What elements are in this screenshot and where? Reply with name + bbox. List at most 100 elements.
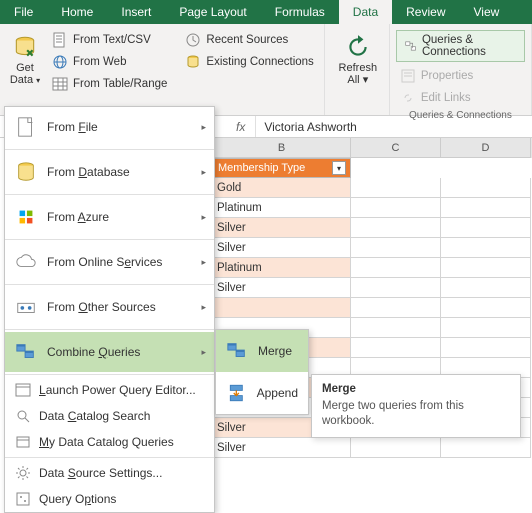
- menu-from-other[interactable]: From Other Sources▸: [5, 287, 214, 327]
- formula-value[interactable]: Victoria Ashworth: [256, 120, 365, 134]
- table-row[interactable]: Silver: [213, 438, 531, 458]
- menu-from-database[interactable]: From Database▸: [5, 152, 214, 192]
- file-icon: [15, 116, 37, 138]
- merge-icon: [226, 340, 248, 362]
- cell[interactable]: [351, 178, 441, 198]
- table-row[interactable]: Platinum: [213, 198, 531, 218]
- menu-my-catalog[interactable]: My Data Catalog Queries: [5, 429, 214, 455]
- tab-home[interactable]: Home: [47, 0, 107, 24]
- cloud-icon: [15, 251, 37, 273]
- submenu-append[interactable]: Append: [216, 372, 308, 414]
- cell[interactable]: [441, 278, 531, 298]
- table-range-icon: [52, 76, 68, 92]
- queries-connections-button[interactable]: Queries & Connections: [396, 30, 525, 62]
- cell[interactable]: Silver: [213, 438, 351, 458]
- table-row[interactable]: Gold: [213, 178, 531, 198]
- table-row[interactable]: Silver: [213, 278, 531, 298]
- cell[interactable]: Gold: [213, 178, 351, 198]
- azure-icon: [15, 206, 37, 228]
- get-data-button[interactable]: Get Data ▾: [6, 28, 44, 113]
- ribbon-tabs: File Home Insert Page Layout Formulas Da…: [0, 0, 532, 24]
- recent-icon: [185, 32, 201, 48]
- cell[interactable]: [441, 438, 531, 458]
- cell[interactable]: [351, 218, 441, 238]
- col-header-b[interactable]: B: [213, 138, 351, 158]
- cell[interactable]: [351, 318, 441, 338]
- catalog-search-icon: [15, 408, 31, 424]
- menu-from-online[interactable]: From Online Services▸: [5, 242, 214, 282]
- table-row[interactable]: [213, 298, 531, 318]
- cell[interactable]: [213, 298, 351, 318]
- table-row[interactable]: Silver: [213, 218, 531, 238]
- cell[interactable]: [351, 198, 441, 218]
- cell[interactable]: [441, 218, 531, 238]
- web-icon: [52, 54, 68, 70]
- pq-editor-icon: [15, 382, 31, 398]
- my-catalog-icon: [15, 434, 31, 450]
- tooltip-body: Merge two queries from this workbook.: [322, 399, 510, 429]
- database-icon: [15, 161, 37, 183]
- cell[interactable]: [351, 438, 441, 458]
- combine-submenu: Merge Append: [215, 329, 309, 415]
- other-sources-icon: [15, 296, 37, 318]
- cell[interactable]: [441, 298, 531, 318]
- cell[interactable]: [351, 338, 441, 358]
- tab-insert[interactable]: Insert: [107, 0, 165, 24]
- col-header-d[interactable]: D: [441, 138, 531, 158]
- cell[interactable]: Silver: [213, 238, 351, 258]
- tab-file[interactable]: File: [0, 0, 47, 24]
- cell[interactable]: [441, 178, 531, 198]
- table-row[interactable]: Silver: [213, 238, 531, 258]
- cell[interactable]: Platinum: [213, 258, 351, 278]
- edit-links-button: Edit Links: [396, 88, 525, 108]
- menu-from-file[interactable]: From File▸: [5, 107, 214, 147]
- cell[interactable]: [441, 318, 531, 338]
- group-label-qc: Queries & Connections: [396, 108, 525, 121]
- ribbon: Get Data ▾ From Text/CSV From Web From T…: [0, 24, 532, 116]
- menu-from-azure[interactable]: From Azure▸: [5, 197, 214, 237]
- tab-review[interactable]: Review: [392, 0, 459, 24]
- tab-data[interactable]: Data: [339, 0, 392, 24]
- cell[interactable]: [441, 258, 531, 278]
- tab-view[interactable]: View: [460, 0, 514, 24]
- combine-icon: [15, 341, 37, 363]
- cell[interactable]: Silver: [213, 218, 351, 238]
- properties-icon: [400, 68, 416, 84]
- menu-query-options[interactable]: Query Options: [5, 486, 214, 512]
- menu-launch-pq[interactable]: Launch Power Query Editor...: [5, 377, 214, 403]
- table-header-membership[interactable]: Membership Type ▾: [213, 158, 351, 178]
- recent-sources-button[interactable]: Recent Sources: [181, 30, 317, 50]
- cell[interactable]: Silver: [213, 278, 351, 298]
- from-text-csv-button[interactable]: From Text/CSV: [48, 30, 171, 50]
- menu-ds-settings[interactable]: Data Source Settings...: [5, 460, 214, 486]
- refresh-icon: [345, 34, 371, 60]
- tab-page-layout[interactable]: Page Layout: [165, 0, 260, 24]
- refresh-all-button[interactable]: Refresh All ▾: [333, 28, 383, 86]
- tab-formulas[interactable]: Formulas: [261, 0, 339, 24]
- cell[interactable]: [441, 198, 531, 218]
- queries-connections-icon: [405, 39, 416, 53]
- existing-connections-button[interactable]: Existing Connections: [181, 52, 317, 72]
- fx-label[interactable]: fx: [226, 116, 256, 137]
- settings-icon: [15, 465, 31, 481]
- cell[interactable]: [441, 338, 531, 358]
- cell[interactable]: Platinum: [213, 198, 351, 218]
- tooltip-merge: Merge Merge two queries from this workbo…: [311, 374, 521, 438]
- cell[interactable]: [441, 238, 531, 258]
- from-table-range-button[interactable]: From Table/Range: [48, 74, 171, 94]
- cell[interactable]: [351, 258, 441, 278]
- cell[interactable]: [351, 238, 441, 258]
- table-row[interactable]: Platinum: [213, 258, 531, 278]
- cell[interactable]: [351, 298, 441, 318]
- get-data-icon: [12, 34, 38, 60]
- cell[interactable]: [351, 278, 441, 298]
- tooltip-title: Merge: [322, 383, 510, 395]
- filter-dropdown-icon[interactable]: ▾: [332, 161, 346, 175]
- menu-catalog-search[interactable]: Data Catalog Search: [5, 403, 214, 429]
- from-web-button[interactable]: From Web: [48, 52, 171, 72]
- col-header-c[interactable]: C: [351, 138, 441, 158]
- properties-button: Properties: [396, 66, 525, 86]
- submenu-merge[interactable]: Merge: [216, 330, 308, 372]
- append-icon: [226, 382, 247, 404]
- menu-combine-queries[interactable]: Combine Queries▸: [5, 332, 214, 372]
